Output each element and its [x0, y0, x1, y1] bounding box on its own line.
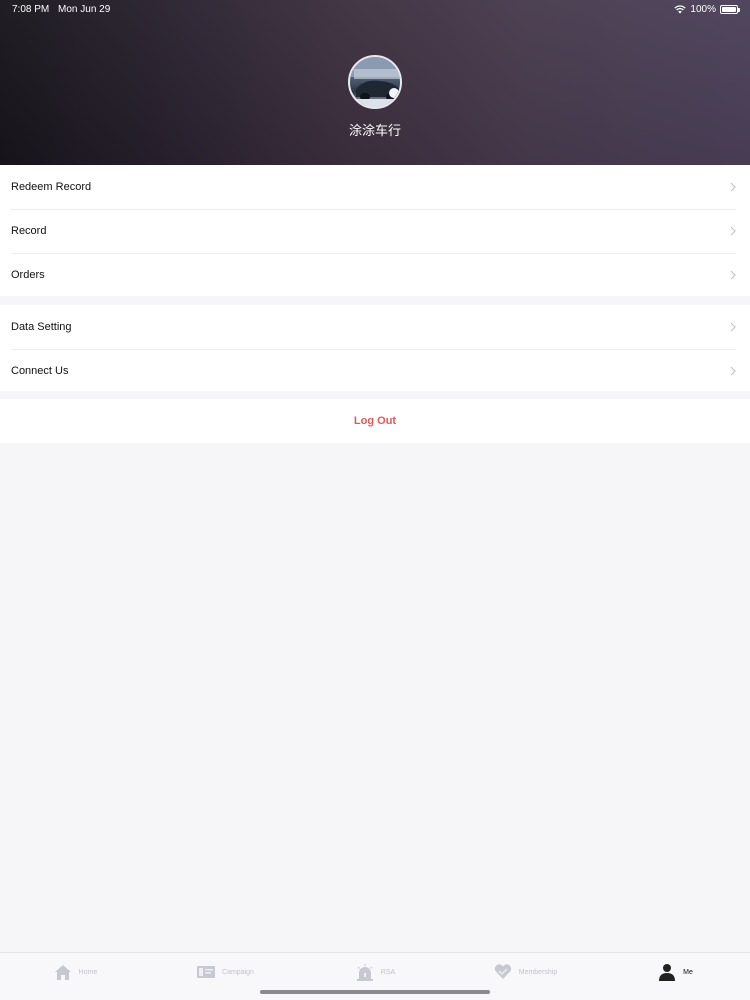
logout-label: Log Out: [353, 415, 397, 427]
tab-label: Membership: [518, 968, 558, 976]
tab-label: Campaign: [222, 968, 254, 976]
profile-icon: [657, 963, 677, 981]
menu-item-label: Record: [11, 225, 47, 237]
avatar[interactable]: [348, 55, 402, 109]
tab-label: RSA: [380, 968, 396, 976]
membership-icon: [493, 963, 513, 981]
menu-item-label: Data Setting: [11, 321, 72, 333]
status-time: 7:08 PM Mon Jun 29: [12, 4, 110, 15]
menu-group-settings: Data Setting Connect Us: [0, 305, 750, 391]
tab-membership[interactable]: Membership: [450, 953, 600, 991]
rsa-icon: [355, 963, 375, 981]
menu-item-data-setting[interactable]: Data Setting: [0, 305, 750, 349]
profile-header: 7:08 PM Mon Jun 29 100% 涂涂车行: [0, 0, 750, 165]
battery-percentage: 100%: [690, 4, 716, 15]
status-indicators: 100%: [674, 4, 740, 15]
chevron-right-icon: [730, 366, 736, 376]
avatar-image: [350, 57, 400, 107]
menu-item-label: Orders: [11, 269, 45, 281]
battery-icon: [720, 5, 740, 14]
tab-label: Me: [683, 968, 693, 976]
menu-item-connect-us[interactable]: Connect Us: [0, 349, 750, 393]
tab-label: Home: [78, 968, 98, 976]
tab-rsa[interactable]: RSA: [300, 953, 450, 991]
home-indicator: [260, 990, 490, 994]
chevron-right-icon: [730, 226, 736, 236]
profile-name: 涂涂车行: [348, 123, 401, 138]
chevron-right-icon: [730, 270, 736, 280]
menu-item-redeem-record[interactable]: Redeem Record: [0, 165, 750, 209]
wifi-icon: [674, 5, 687, 14]
status-time-text: 7:08 PM: [12, 4, 50, 15]
chevron-right-icon: [730, 182, 736, 192]
tab-campaign[interactable]: Campaign: [150, 953, 300, 991]
menu-item-label: Redeem Record: [11, 181, 92, 193]
chevron-right-icon: [730, 322, 736, 332]
tab-me[interactable]: Me: [600, 953, 750, 991]
status-bar: 7:08 PM Mon Jun 29 100%: [0, 0, 750, 20]
tab-home[interactable]: Home: [0, 953, 150, 991]
menu-group-records: Redeem Record Record Orders: [0, 165, 750, 296]
logout-button[interactable]: Log Out: [0, 399, 750, 443]
menu-item-orders[interactable]: Orders: [0, 253, 750, 297]
menu-item-record[interactable]: Record: [0, 209, 750, 253]
menu-item-label: Connect Us: [11, 365, 69, 377]
campaign-icon: [196, 963, 216, 981]
home-icon: [53, 963, 73, 981]
status-date: Mon Jun 29: [58, 4, 111, 15]
